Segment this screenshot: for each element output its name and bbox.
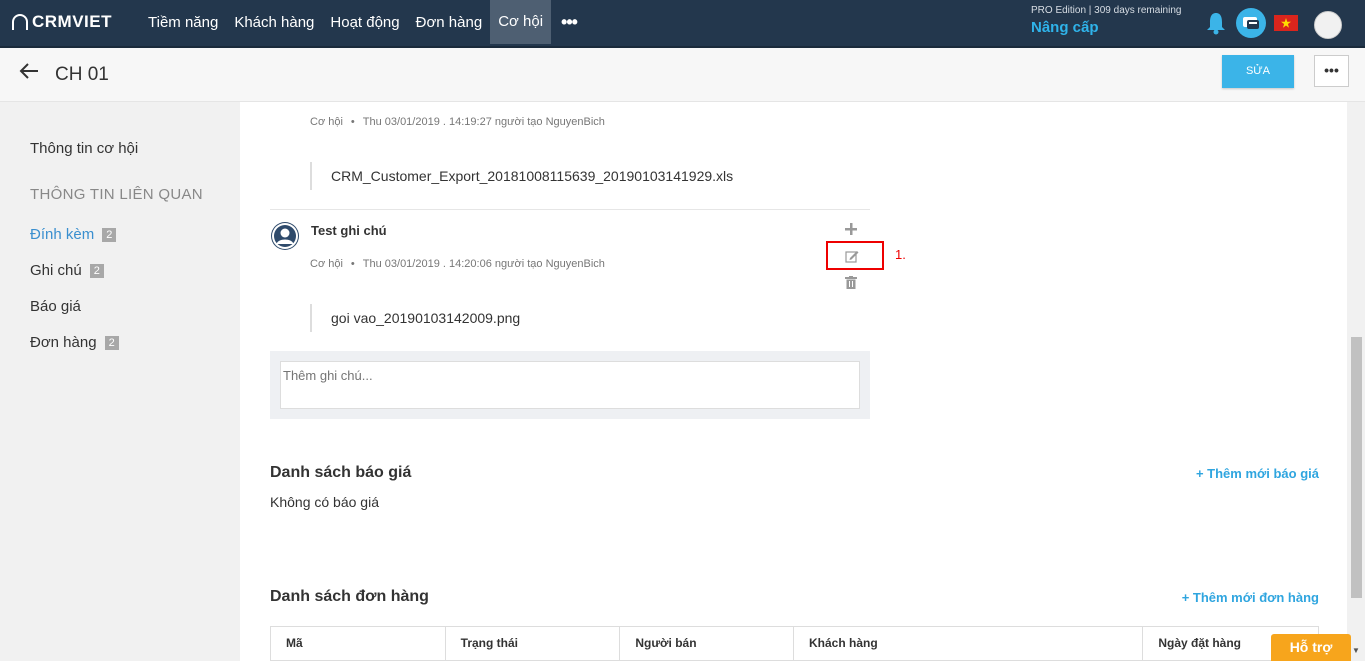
note-type: Cơ hội — [310, 116, 343, 128]
page-title: CH 01 — [55, 64, 109, 85]
logo-icon — [12, 14, 28, 30]
sidebar-item-label: Ghi chú — [30, 262, 82, 279]
note-creator-label: người tạo — [494, 116, 543, 128]
orders-section-title: Danh sách đơn hàng — [270, 588, 429, 605]
main-nav: Tiềm năng Khách hàng Hoạt động Đơn hàng … — [140, 0, 587, 46]
user-avatar[interactable] — [1314, 11, 1342, 39]
attachment-file-link[interactable]: CRM_Customer_Export_20181008115639_20190… — [310, 162, 733, 190]
add-order-link[interactable]: + Thêm mới đơn hàng — [1182, 590, 1319, 605]
edit-button[interactable]: SỬA — [1222, 55, 1294, 88]
note-date: Thu 03/01/2019 . 14:19:27 — [362, 116, 492, 128]
sidebar-item-quotes[interactable]: Báo giá — [30, 298, 81, 315]
sidebar-item-label: Báo giá — [30, 298, 81, 315]
column-header-seller[interactable]: Người bán — [620, 627, 795, 660]
nav-hoat-dong[interactable]: Hoạt động — [322, 0, 407, 46]
quotes-section-title: Danh sách báo giá — [270, 464, 412, 481]
page-header: CH 01 SỬA ••• — [0, 48, 1365, 102]
count-badge: 2 — [104, 336, 119, 351]
nav-co-hoi[interactable]: Cơ hội — [490, 0, 552, 44]
quotes-empty-text: Không có báo giá — [270, 494, 379, 510]
add-icon[interactable] — [845, 223, 857, 238]
back-arrow-icon[interactable] — [18, 60, 40, 89]
nav-more-button[interactable]: ••• — [551, 0, 587, 46]
note-meta: Cơ hội • Thu 03/01/2019 . 14:20:06 người t… — [310, 258, 605, 270]
bell-icon[interactable] — [1205, 11, 1227, 35]
main-content: Cơ hội • Thu 03/01/2019 . 14:19:27 người t… — [240, 102, 1347, 661]
support-button[interactable]: Hỗ trợ — [1271, 634, 1351, 661]
sidebar-item-notes[interactable]: Ghi chú 2 — [30, 262, 104, 279]
top-navbar: CRMVIET Tiềm năng Khách hàng Hoạt động Đ… — [0, 0, 1365, 48]
logo-text: CRMVIET — [32, 12, 112, 31]
sidebar-item-label: Đính kèm — [30, 226, 95, 243]
note-type: Cơ hội — [310, 258, 343, 270]
column-header-status[interactable]: Trạng thái — [446, 627, 621, 660]
add-note-box — [270, 351, 870, 419]
vietnam-flag-icon[interactable] — [1274, 15, 1298, 31]
chat-icon[interactable] — [1236, 8, 1266, 38]
sidebar-item-orders[interactable]: Đơn hàng 2 — [30, 334, 119, 351]
note-date: Thu 03/01/2019 . 14:20:06 — [362, 258, 492, 270]
divider — [270, 209, 870, 210]
sidebar: Thông tin cơ hội THÔNG TIN LIÊN QUAN Đín… — [0, 102, 240, 661]
sidebar-item-label: Đơn hàng — [30, 334, 97, 351]
count-badge: 2 — [89, 264, 104, 279]
count-badge: 2 — [102, 228, 117, 243]
trash-icon[interactable] — [845, 276, 857, 292]
note-author-avatar — [271, 222, 299, 250]
annotation-highlight-box — [826, 241, 884, 270]
nav-don-hang[interactable]: Đơn hàng — [408, 0, 491, 46]
more-actions-button[interactable]: ••• — [1314, 55, 1349, 87]
scrollbar-thumb[interactable] — [1351, 337, 1362, 598]
sidebar-related-heading: THÔNG TIN LIÊN QUAN — [30, 186, 203, 203]
note-title: Test ghi chú — [311, 223, 387, 238]
nav-khach-hang[interactable]: Khách hàng — [226, 0, 322, 46]
attachment-file-link[interactable]: goi vao_20190103142009.png — [310, 304, 520, 332]
note-meta: Cơ hội • Thu 03/01/2019 . 14:19:27 người t… — [310, 116, 605, 128]
edition-text: PRO Edition | 309 days remaining — [1031, 5, 1182, 16]
column-header-code[interactable]: Mã — [271, 627, 446, 660]
add-quote-link[interactable]: + Thêm mới báo giá — [1196, 466, 1319, 481]
scroll-down-arrow-icon[interactable]: ▼ — [1352, 646, 1360, 655]
crmviet-logo[interactable]: CRMVIET — [12, 12, 112, 32]
sidebar-item-info[interactable]: Thông tin cơ hội — [30, 140, 138, 157]
nav-tiem-nang[interactable]: Tiềm năng — [140, 0, 226, 46]
orders-table-header: Mã Trạng thái Người bán Khách hàng Ngày … — [270, 626, 1319, 661]
note-creator: NguyenBich — [545, 116, 605, 128]
note-creator-label: người tạo — [494, 258, 543, 270]
add-note-input[interactable] — [280, 361, 860, 409]
column-header-customer[interactable]: Khách hàng — [794, 627, 1144, 660]
note-creator: NguyenBich — [545, 258, 605, 270]
sidebar-item-attachments[interactable]: Đính kèm 2 — [30, 226, 117, 243]
annotation-label: 1. — [895, 247, 906, 262]
upgrade-link[interactable]: Nâng cấp — [1031, 19, 1099, 36]
